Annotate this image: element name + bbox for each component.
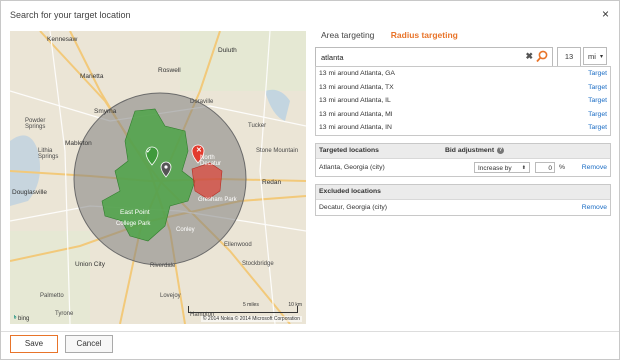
map-label-east-point: East Point [120, 209, 150, 216]
map-scale-km: 10 km [288, 302, 302, 308]
save-button[interactable]: Save [10, 335, 58, 353]
map-label-gresham-park: Gresham Park [198, 197, 237, 203]
map-copyright: © 2014 Nokia © 2014 Microsoft Corporatio… [200, 316, 302, 322]
target-link[interactable]: Target [588, 81, 607, 95]
map-label-conley: Conley [176, 227, 195, 233]
bid-adjustment-header: Bid adjustment? [445, 146, 505, 154]
map-label-ellenwood: Ellenwood [224, 242, 252, 248]
map-canvas [10, 31, 306, 324]
chevron-down-icon: ▾ [599, 54, 603, 60]
excluded-locations-table: Excluded locations Decatur, Georgia (cit… [315, 184, 611, 216]
map-label-redan: Redan [262, 179, 282, 186]
map-label-north-decatur: North Decatur [200, 155, 222, 167]
map-label-roswell: Roswell [158, 67, 181, 74]
excluded-location: Decatur, Georgia (city) [319, 204, 387, 211]
map-label-stone-mountain: Stone Mountain [256, 148, 299, 154]
search-results-list: 13 mi around Atlanta, GA Target 13 mi aro… [315, 66, 611, 136]
map-scale-miles: 5 miles [243, 302, 259, 308]
radius-unit-value: mi [588, 52, 596, 61]
map-label-douglasville: Douglasville [12, 189, 48, 196]
map-label-smyrna: Smyrna [94, 108, 117, 115]
target-check-icon: ✓ [146, 148, 152, 155]
map-label-tyrone: Tyrone [55, 311, 74, 317]
dialog-title: Search for your target location [10, 10, 131, 20]
target-link[interactable]: Target [588, 108, 607, 122]
map-label-union-city: Union City [75, 261, 105, 268]
map-label-marietta: Marietta [80, 73, 104, 80]
map-label-kennesaw: Kennesaw [47, 36, 78, 43]
result-item: 13 mi around Atlanta, GA Target [316, 67, 610, 81]
result-item: 13 mi around Atlanta, IL Target [316, 94, 610, 108]
search-value: atlanta [321, 53, 344, 62]
targeted-locations-table: Targeted locations Bid adjustment? Atlan… [315, 143, 611, 177]
targeted-row: Atlanta, Georgia (city) Increase by ⬍ 0 %… [316, 159, 610, 176]
map-label-lovejoy: Lovejoy [160, 293, 181, 299]
radius-unit-select[interactable]: mi ▾ [583, 47, 607, 65]
excluded-header: Excluded locations [316, 185, 610, 200]
targeted-location: Atlanta, Georgia (city) [319, 164, 385, 171]
map-label-duluth: Duluth [218, 47, 237, 54]
map-label-lithia-springs: Lithia Springs [38, 148, 59, 160]
remove-targeted-link[interactable]: Remove [582, 159, 607, 176]
result-item: 13 mi around Atlanta, TX Target [316, 81, 610, 95]
dialog-footer-divider [1, 331, 619, 332]
tab-radius-targeting[interactable]: Radius targeting [391, 30, 458, 40]
map-label-college-park: College Park [116, 221, 151, 227]
result-item: 13 mi around Atlanta, MI Target [316, 108, 610, 122]
map-view[interactable]: ✓ ✕ Kennesaw Duluth Marietta Roswell Smy… [10, 31, 306, 324]
map-label-stockbridge: Stockbridge [242, 261, 274, 267]
location-dialog: Search for your target location × ✓ ✕ Ke… [0, 0, 620, 360]
map-label-palmetto: Palmetto [40, 293, 64, 299]
remove-excluded-link[interactable]: Remove [582, 200, 607, 215]
targeted-header: Targeted locations Bid adjustment? [316, 144, 610, 159]
result-item: 13 mi around Atlanta, IN Target [316, 121, 610, 135]
map-label-powder-springs: Powder Springs [25, 118, 46, 130]
cancel-button[interactable]: Cancel [65, 335, 113, 353]
tab-area-targeting[interactable]: Area targeting [321, 30, 374, 40]
percent-unit: % [559, 164, 566, 171]
help-icon[interactable]: ? [497, 146, 505, 154]
map-label-doraville: Doraville [190, 99, 214, 105]
map-label-tucker: Tucker [248, 123, 267, 129]
map-label-riverdale: Riverdale [150, 263, 176, 269]
close-icon[interactable]: × [602, 7, 609, 21]
bid-value-input[interactable]: 0 [535, 162, 555, 173]
location-search-input[interactable]: atlanta ✖ [315, 47, 553, 67]
target-link[interactable]: Target [588, 94, 607, 108]
chevron-updown-icon: ⬍ [521, 165, 526, 171]
excluded-x-icon: ✕ [196, 147, 202, 154]
targeting-tabs: Area targeting Radius targeting [321, 30, 472, 40]
search-icon[interactable] [536, 50, 548, 63]
target-link[interactable]: Target [588, 121, 607, 135]
map-label-mableton: Mableton [65, 140, 92, 147]
bing-logo: ᵇ bing [14, 316, 30, 322]
clear-icon[interactable]: ✖ [525, 51, 533, 62]
target-link[interactable]: Target [588, 67, 607, 81]
bid-mode-select[interactable]: Increase by ⬍ [474, 162, 530, 173]
radius-input[interactable]: 13 [557, 47, 581, 67]
excluded-row: Decatur, Georgia (city) Remove [316, 200, 610, 215]
